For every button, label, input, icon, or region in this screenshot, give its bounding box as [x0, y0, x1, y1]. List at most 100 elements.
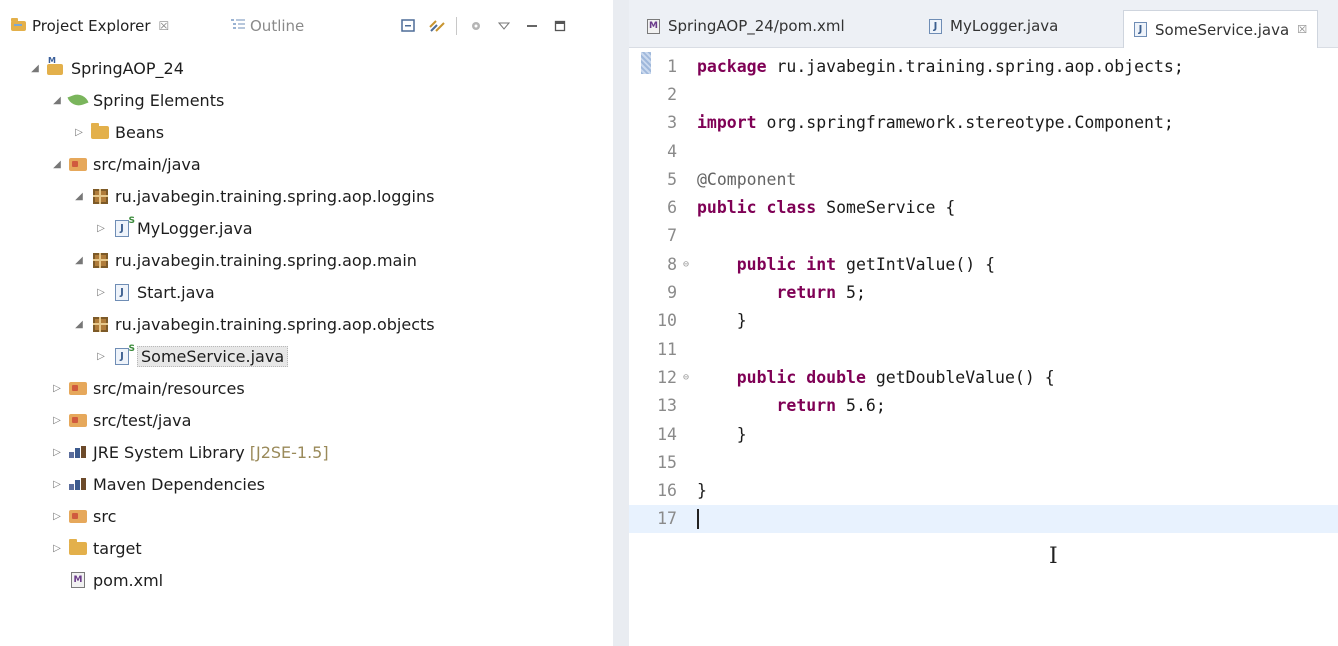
collapse-arrow-icon[interactable]: ◢	[28, 63, 42, 74]
tree-item[interactable]: ▷ src/test/java	[0, 404, 613, 436]
collapse-arrow-icon[interactable]: ◢	[72, 255, 86, 266]
expand-arrow-icon[interactable]: ▷	[50, 479, 64, 490]
collapse-arrow-icon[interactable]: ◢	[72, 319, 86, 330]
minimize-icon[interactable]	[523, 17, 541, 35]
expand-arrow-icon[interactable]: ▷	[50, 383, 64, 394]
tree-item[interactable]: ▷ Beans	[0, 116, 613, 148]
xml-file-icon: M	[647, 18, 660, 34]
tree-item-label: MyLogger.java	[137, 218, 253, 238]
expand-arrow-icon[interactable]: ▷	[50, 447, 64, 458]
tab-outline[interactable]: Outline	[230, 14, 304, 38]
code-line[interactable]: 4	[629, 137, 1338, 165]
line-number-text: 9	[667, 283, 677, 303]
editor-tab[interactable]: J MyLogger.java	[919, 10, 1068, 42]
view-menu-icon[interactable]	[495, 17, 513, 35]
expand-arrow-icon[interactable]: ▷	[50, 543, 64, 554]
code-area[interactable]: 1 package ru.javabegin.training.spring.ao…	[629, 52, 1338, 534]
code-line[interactable]: 10 }	[629, 307, 1338, 335]
collapse-arrow-icon[interactable]: ◢	[50, 95, 64, 106]
tree-item[interactable]: ◢ SpringAOP_24	[0, 52, 613, 84]
tree-item[interactable]: ◢ ru.javabegin.training.spring.aop.object…	[0, 308, 613, 340]
code-line[interactable]: 7	[629, 222, 1338, 250]
code-line[interactable]: 5 @Component	[629, 165, 1338, 193]
folder-icon	[68, 538, 88, 557]
tree-item[interactable]: ◢ src/main/java	[0, 148, 613, 180]
code-line[interactable]: 15	[629, 448, 1338, 476]
line-number: 16	[629, 481, 681, 500]
keyword-token: return	[776, 283, 837, 303]
collapse-all-icon[interactable]	[400, 17, 418, 35]
keyword-token: class	[766, 198, 817, 218]
line-number: 6	[629, 198, 681, 217]
code-token: getIntValue() {	[836, 254, 996, 274]
tree-item-label: src/main/resources	[93, 378, 245, 398]
tree-item-label: src/test/java	[93, 410, 192, 430]
collapse-arrow-icon[interactable]: ◢	[72, 191, 86, 202]
code-line[interactable]: 16}	[629, 476, 1338, 504]
code-text	[681, 509, 699, 530]
expand-arrow-icon[interactable]: ▷	[94, 351, 108, 362]
collapse-arrow-icon[interactable]: ◢	[50, 159, 64, 170]
tree-item[interactable]: Mpom.xml	[0, 564, 613, 596]
project-explorer-icon	[10, 16, 28, 36]
keyword-token: double	[806, 367, 866, 387]
maven-project-icon	[46, 56, 66, 77]
code-line[interactable]: 14 }	[629, 420, 1338, 448]
view-tab-bar: Project Explorer ☒ Outline	[0, 0, 613, 52]
expand-arrow-icon[interactable]: ▷	[94, 287, 108, 298]
spring-java-file-icon: J	[112, 344, 135, 365]
expand-arrow-icon[interactable]: ▷	[94, 223, 108, 234]
tree-item[interactable]: ▷ JRE System Library [J2SE-1.5]	[0, 436, 613, 468]
editor-tab[interactable]: J SomeService.java ☒	[1123, 10, 1319, 48]
tab-project-explorer[interactable]: Project Explorer ☒	[10, 14, 169, 38]
close-icon[interactable]: ☒	[1297, 23, 1307, 36]
line-number: 12 ⊖	[629, 368, 689, 387]
tree-item[interactable]: ▷ Maven Dependencies	[0, 468, 613, 500]
editor-tab[interactable]: M SpringAOP_24/pom.xml	[637, 10, 855, 42]
line-number-text: 10	[657, 311, 677, 331]
spring-tools-icon[interactable]	[467, 17, 485, 35]
expand-arrow-icon[interactable]: ▷	[50, 511, 64, 522]
maximize-icon[interactable]	[551, 17, 569, 35]
tree-item[interactable]: ◢ ru.javabegin.training.spring.aop.main	[0, 244, 613, 276]
code-line[interactable]: 6 public class SomeService {	[629, 193, 1338, 221]
code-line[interactable]: 11	[629, 335, 1338, 363]
tree-item[interactable]: ▷ JSomeService.java	[0, 340, 613, 372]
expand-arrow-icon[interactable]: ▷	[50, 415, 64, 426]
code-line[interactable]: 1 package ru.javabegin.training.spring.ao…	[629, 52, 1338, 80]
annotation-token: @Component	[697, 169, 797, 189]
line-number: 2	[629, 85, 681, 104]
spring-java-file-icon: J	[112, 216, 135, 237]
code-text: }	[681, 481, 707, 500]
line-number-text: 5	[667, 169, 677, 189]
code-line[interactable]: 2	[629, 80, 1338, 108]
code-text: @Component	[681, 170, 796, 189]
code-line[interactable]: 12 ⊖ public double getDoubleValue() {	[629, 363, 1338, 391]
tree-item-label: Maven Dependencies	[93, 474, 266, 494]
expand-arrow-icon[interactable]: ▷	[72, 127, 86, 138]
tree-item[interactable]: ◢ ru.javabegin.training.spring.aop.loggin…	[0, 180, 613, 212]
tree-item[interactable]: ▷ J Start.java	[0, 276, 613, 308]
code-line[interactable]: 17	[629, 504, 1338, 534]
link-with-editor-icon[interactable]	[428, 17, 446, 35]
code-line[interactable]: 13 return 5.6;	[629, 392, 1338, 420]
code-line[interactable]: 9 return 5;	[629, 278, 1338, 306]
tree-item[interactable]: ▷ src	[0, 500, 613, 532]
fold-toggle-icon[interactable]: ⊖	[683, 259, 689, 270]
code-line[interactable]: 3 import org.springframework.stereotype.C…	[629, 109, 1338, 137]
line-number-text: 1	[667, 56, 677, 76]
text-caret	[697, 509, 699, 530]
close-icon[interactable]: ☒	[159, 19, 170, 33]
tree-item[interactable]: ▷ JMyLogger.java	[0, 212, 613, 244]
package-icon	[90, 315, 110, 333]
code-line[interactable]: 8 ⊖ public int getIntValue() {	[629, 250, 1338, 278]
tree-item[interactable]: ▷ target	[0, 532, 613, 564]
sash-divider[interactable]	[613, 0, 629, 646]
tree-item[interactable]: ▷ src/main/resources	[0, 372, 613, 404]
code-text: public double getDoubleValue() {	[681, 368, 1055, 387]
fold-toggle-icon[interactable]: ⊖	[683, 372, 689, 383]
spring-leaf-icon	[67, 91, 89, 109]
tree-item[interactable]: ◢ Spring Elements	[0, 84, 613, 116]
